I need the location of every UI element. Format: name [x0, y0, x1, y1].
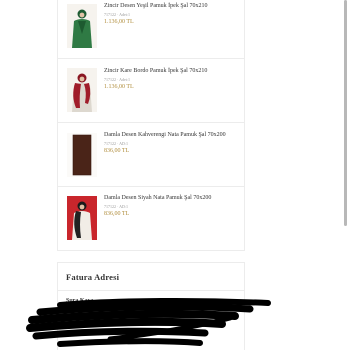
scrollbar[interactable]	[344, 0, 347, 226]
redaction-scribble	[26, 297, 271, 347]
order-summary-page: Zincir Desen Yeşil Pamuk İpek Şal 70x210…	[0, 0, 350, 350]
